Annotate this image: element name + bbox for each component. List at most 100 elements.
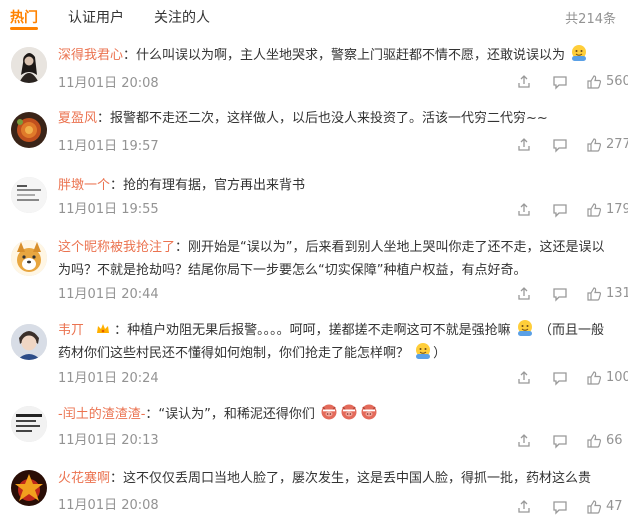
thumbs-up-icon xyxy=(587,500,602,514)
comment-time: 11月01日 19:57 xyxy=(58,139,159,154)
like-button[interactable]: 131 xyxy=(586,286,628,302)
comment-tabs: 热门 认证用户 关注的人 共214条 xyxy=(0,0,628,34)
comment-button[interactable] xyxy=(552,202,568,218)
comment-body: 夏盈风：报警都不走还二次，这样做人，以后也没人来投资了。活该一代穷二代穷~~ xyxy=(58,107,613,130)
comment-text: 这不仅仅丢周口当地人脸了，屡次发生，这是丢中国人脸，得抓一批，药材这么贵 xyxy=(123,471,592,486)
colon: ： xyxy=(123,48,137,63)
username-link[interactable]: 这个昵称被我抢注了 xyxy=(58,240,175,255)
like-count: 47 xyxy=(606,499,623,514)
tab-following[interactable]: 关注的人 xyxy=(154,7,210,27)
share-icon xyxy=(518,287,530,300)
share-icon xyxy=(518,371,530,384)
like-count: 131 xyxy=(606,286,628,301)
pig-face-emoji-icon xyxy=(341,404,357,420)
pig-face-emoji-icon xyxy=(321,404,337,420)
comment-icon xyxy=(553,76,567,90)
colon: ： xyxy=(110,471,124,486)
username-link[interactable]: 火花塞啊 xyxy=(58,471,110,486)
comment-actions: 277 xyxy=(516,137,628,153)
hug-emoji-icon xyxy=(572,45,587,61)
username-link[interactable]: 韦丌 xyxy=(58,323,84,338)
share-button[interactable] xyxy=(516,137,532,153)
share-icon xyxy=(518,75,530,88)
comment-text: 种植户劝阻无果后报警。。。。呵呵，搓都搓不走啊这可不就是强抢嘛 xyxy=(127,323,511,338)
thumbs-up-icon xyxy=(587,203,602,217)
avatar[interactable] xyxy=(11,112,47,148)
thumbs-up-icon xyxy=(587,287,602,301)
comment-actions: 66 xyxy=(516,433,623,449)
tab-verified-users[interactable]: 认证用户 xyxy=(68,7,124,27)
comment-time: 11月01日 20:08 xyxy=(58,498,159,513)
crown-badge-icon xyxy=(97,324,110,333)
avatar[interactable] xyxy=(11,324,47,360)
share-icon xyxy=(518,203,530,216)
avatar[interactable] xyxy=(11,177,47,213)
username-link[interactable]: 胖墩一个 xyxy=(58,178,110,193)
pig-face-emoji-icon xyxy=(361,404,377,420)
active-tab-indicator xyxy=(10,27,38,30)
comment-text: “误认为”，和稀泥还得你们 xyxy=(158,407,315,422)
comment-actions: 131 xyxy=(516,286,628,302)
avatar[interactable] xyxy=(11,406,47,442)
thumbs-up-icon xyxy=(587,434,602,448)
username-link[interactable]: 深得我君心 xyxy=(58,48,123,63)
share-button[interactable] xyxy=(516,370,532,386)
comment-body: -闰土的渣渣渣-：“误认为”，和稀泥还得你们 xyxy=(58,403,613,426)
comment-icon xyxy=(553,501,567,515)
comment-body: 深得我君心：什么叫误以为啊，主人坐地哭求，警察上门驱赶都不情不愿，还敢说误以为 xyxy=(58,44,613,67)
like-count: 277 xyxy=(606,137,628,152)
colon: ： xyxy=(110,178,124,193)
comment-text: 抢的有理有据，官方再出来背书 xyxy=(123,178,306,193)
comment-time: 11月01日 20:44 xyxy=(58,287,159,302)
comment-button[interactable] xyxy=(552,433,568,449)
total-count: 共214条 xyxy=(565,12,616,27)
username-link[interactable]: 夏盈风 xyxy=(58,111,97,126)
comment-button[interactable] xyxy=(552,74,568,90)
like-button[interactable]: 100 xyxy=(586,370,628,386)
hug-emoji-icon xyxy=(416,343,431,359)
comment-time: 11月01日 19:55 xyxy=(58,202,159,217)
like-button[interactable]: 47 xyxy=(586,499,626,515)
comment-actions: 100 xyxy=(516,370,628,386)
like-button[interactable]: 277 xyxy=(586,137,628,153)
avatar[interactable] xyxy=(11,470,47,506)
like-count: 179 xyxy=(606,202,628,217)
comment-icon xyxy=(553,372,567,386)
comment-icon xyxy=(553,139,567,153)
share-button[interactable] xyxy=(516,286,532,302)
like-count: 560 xyxy=(606,74,628,89)
comment-actions: 560 xyxy=(516,74,628,90)
comment-body: 火花塞啊：这不仅仅丢周口当地人脸了，屡次发生，这是丢中国人脸，得抓一批，药材这么… xyxy=(58,467,613,490)
share-button[interactable] xyxy=(516,433,532,449)
comment-button[interactable] xyxy=(552,370,568,386)
hug-emoji-icon xyxy=(517,320,532,336)
avatar[interactable] xyxy=(11,47,47,83)
comment-text: ） xyxy=(433,346,447,361)
tab-hot[interactable]: 热门 xyxy=(10,7,38,27)
colon: ： xyxy=(145,407,159,422)
like-button[interactable]: 179 xyxy=(586,202,628,218)
like-button[interactable]: 66 xyxy=(586,433,626,449)
share-button[interactable] xyxy=(516,499,532,515)
comment-button[interactable] xyxy=(552,137,568,153)
comment-icon xyxy=(553,435,567,449)
like-count: 66 xyxy=(606,433,623,448)
share-button[interactable] xyxy=(516,74,532,90)
username-link[interactable]: -闰土的渣渣渣- xyxy=(58,407,145,422)
comment-icon xyxy=(553,204,567,218)
colon: ： xyxy=(114,323,128,338)
thumbs-up-icon xyxy=(587,138,602,152)
share-icon xyxy=(518,434,530,447)
comment-body: 胖墩一个：抢的有理有据，官方再出来背书 xyxy=(58,174,613,197)
like-button[interactable]: 560 xyxy=(586,74,628,90)
comment-body: 韦丌 ：种植户劝阻无果后报警。。。。呵呵，搓都搓不走啊这可不就是强抢嘛 （而且一… xyxy=(58,319,613,365)
comment-button[interactable] xyxy=(552,286,568,302)
colon: ： xyxy=(97,111,111,126)
comment-icon xyxy=(553,288,567,302)
comment-button[interactable] xyxy=(552,499,568,515)
avatar[interactable] xyxy=(11,240,47,276)
share-button[interactable] xyxy=(516,202,532,218)
comment-text: 报警都不走还二次，这样做人，以后也没人来投资了。活该一代穷二代穷~~ xyxy=(110,111,548,126)
like-count: 100 xyxy=(606,370,628,385)
share-icon xyxy=(518,500,530,513)
